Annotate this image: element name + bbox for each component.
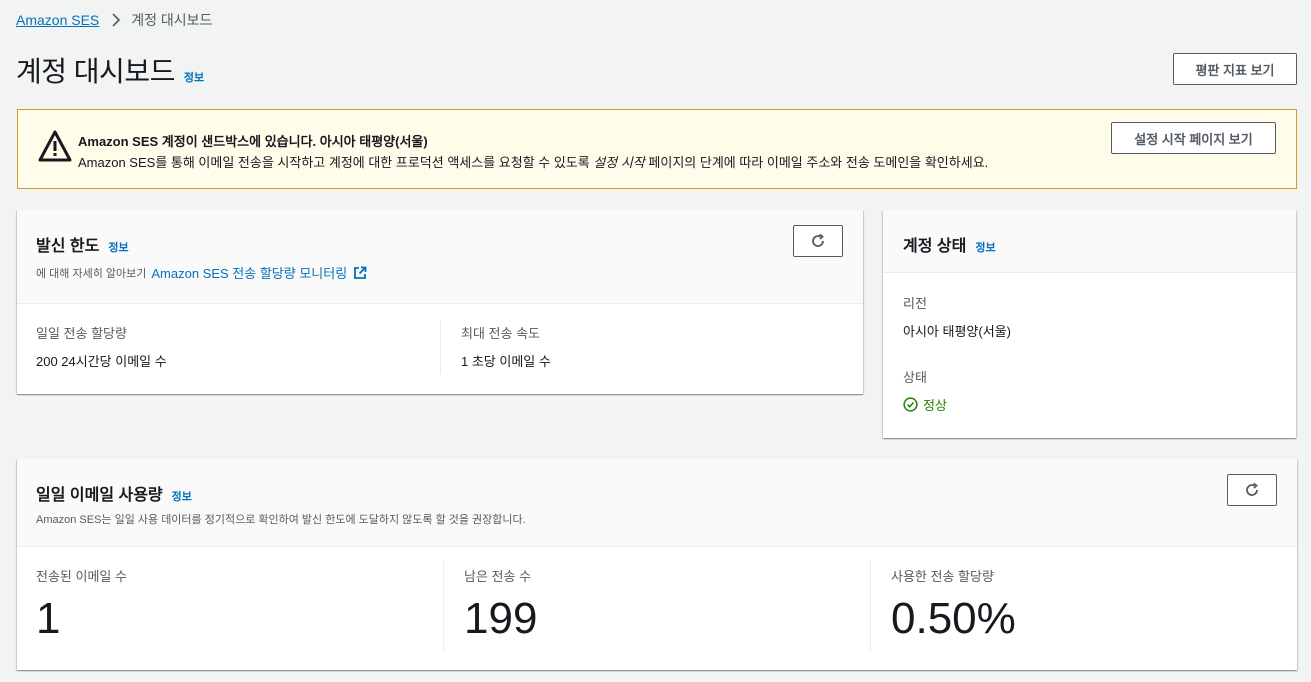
remaining-sends-label: 남은 전송 수 [464,569,532,584]
sending-limits-subtitle: 에 대해 자세히 알아보기 Amazon SES 전송 할당량 모니터링 [36,263,367,282]
status-value: 정상 [923,398,947,413]
page-info-link[interactable]: 정보 [184,69,204,85]
alert-body: Amazon SES를 통해 이메일 전송을 시작하고 계정에 대한 프로덕션 … [78,155,989,170]
view-reputation-button[interactable]: 평판 지표 보기 [1173,53,1297,85]
monitor-quota-link[interactable]: Amazon SES 전송 할당량 모니터링 [151,263,347,282]
alert-title: Amazon SES 계정이 샌드박스에 있습니다. 아시아 태평양(서울) [78,134,428,149]
daily-usage-info-link[interactable]: 정보 [172,488,192,504]
sending-limits-card: 발신 한도 정보 에 대해 자세히 알아보기 Amazon SES 전송 할당량… [17,210,863,394]
refresh-icon [1246,482,1258,496]
status-label: 상태 [903,370,927,385]
account-status-card: 계정 상태 정보 리전 아시아 태평양(서울) 상태 정상 [883,210,1296,438]
page-title: 계정 대시보드 [16,56,175,87]
daily-usage-header: 일일 이메일 사용량 정보 Amazon SES는 일일 사용 데이터를 정기적… [17,459,1297,547]
quota-used-value: 0.50% [891,594,1016,643]
account-status-info-link[interactable]: 정보 [975,239,995,255]
daily-usage-card: 일일 이메일 사용량 정보 Amazon SES는 일일 사용 데이터를 정기적… [17,459,1297,670]
refresh-icon [812,233,824,247]
region-label: 리전 [903,296,927,311]
daily-usage-title: 일일 이메일 사용량 [36,487,163,504]
remaining-sends-value: 199 [464,594,538,643]
status-badge: 정상 [903,395,947,414]
sending-limits-refresh-button[interactable] [793,225,843,257]
daily-usage-refresh-button[interactable] [1227,474,1277,506]
external-link-icon[interactable] [353,266,367,280]
account-status-title: 계정 상태 [903,238,967,255]
check-circle-icon [903,397,918,412]
daily-quota-value: 200 24시간당 이메일 수 [36,354,167,369]
account-status-header: 계정 상태 정보 [883,210,1296,273]
page-header: 계정 대시보드 정보 [16,50,204,90]
column-divider [443,561,444,651]
quota-used-label: 사용한 전송 할당량 [891,569,994,584]
chevron-right-icon [111,13,121,27]
warning-icon [38,130,72,167]
column-divider [870,561,871,651]
daily-quota-label: 일일 전송 할당량 [36,326,127,341]
max-rate-label: 최대 전송 속도 [461,326,540,341]
breadcrumb: Amazon SES 계정 대시보드 [16,10,212,30]
sending-limits-title: 발신 한도 [36,238,100,255]
max-rate-value: 1 초당 이메일 수 [461,354,551,369]
region-value: 아시아 태평양(서울) [903,324,1011,339]
sandbox-alert: Amazon SES 계정이 샌드박스에 있습니다. 아시아 태평양(서울) A… [17,109,1297,189]
sending-limits-header: 발신 한도 정보 에 대해 자세히 알아보기 Amazon SES 전송 할당량… [17,210,863,304]
daily-usage-subtitle: Amazon SES는 일일 사용 데이터를 정기적으로 확인하여 발신 한도에… [36,514,526,526]
emails-sent-value: 1 [36,594,61,643]
column-divider [440,320,441,374]
sending-limits-info-link[interactable]: 정보 [108,239,128,255]
breadcrumb-current: 계정 대시보드 [131,12,213,28]
breadcrumb-root-link[interactable]: Amazon SES [16,12,99,28]
emails-sent-label: 전송된 이메일 수 [36,569,127,584]
view-setup-page-button[interactable]: 설정 시작 페이지 보기 [1111,122,1276,154]
